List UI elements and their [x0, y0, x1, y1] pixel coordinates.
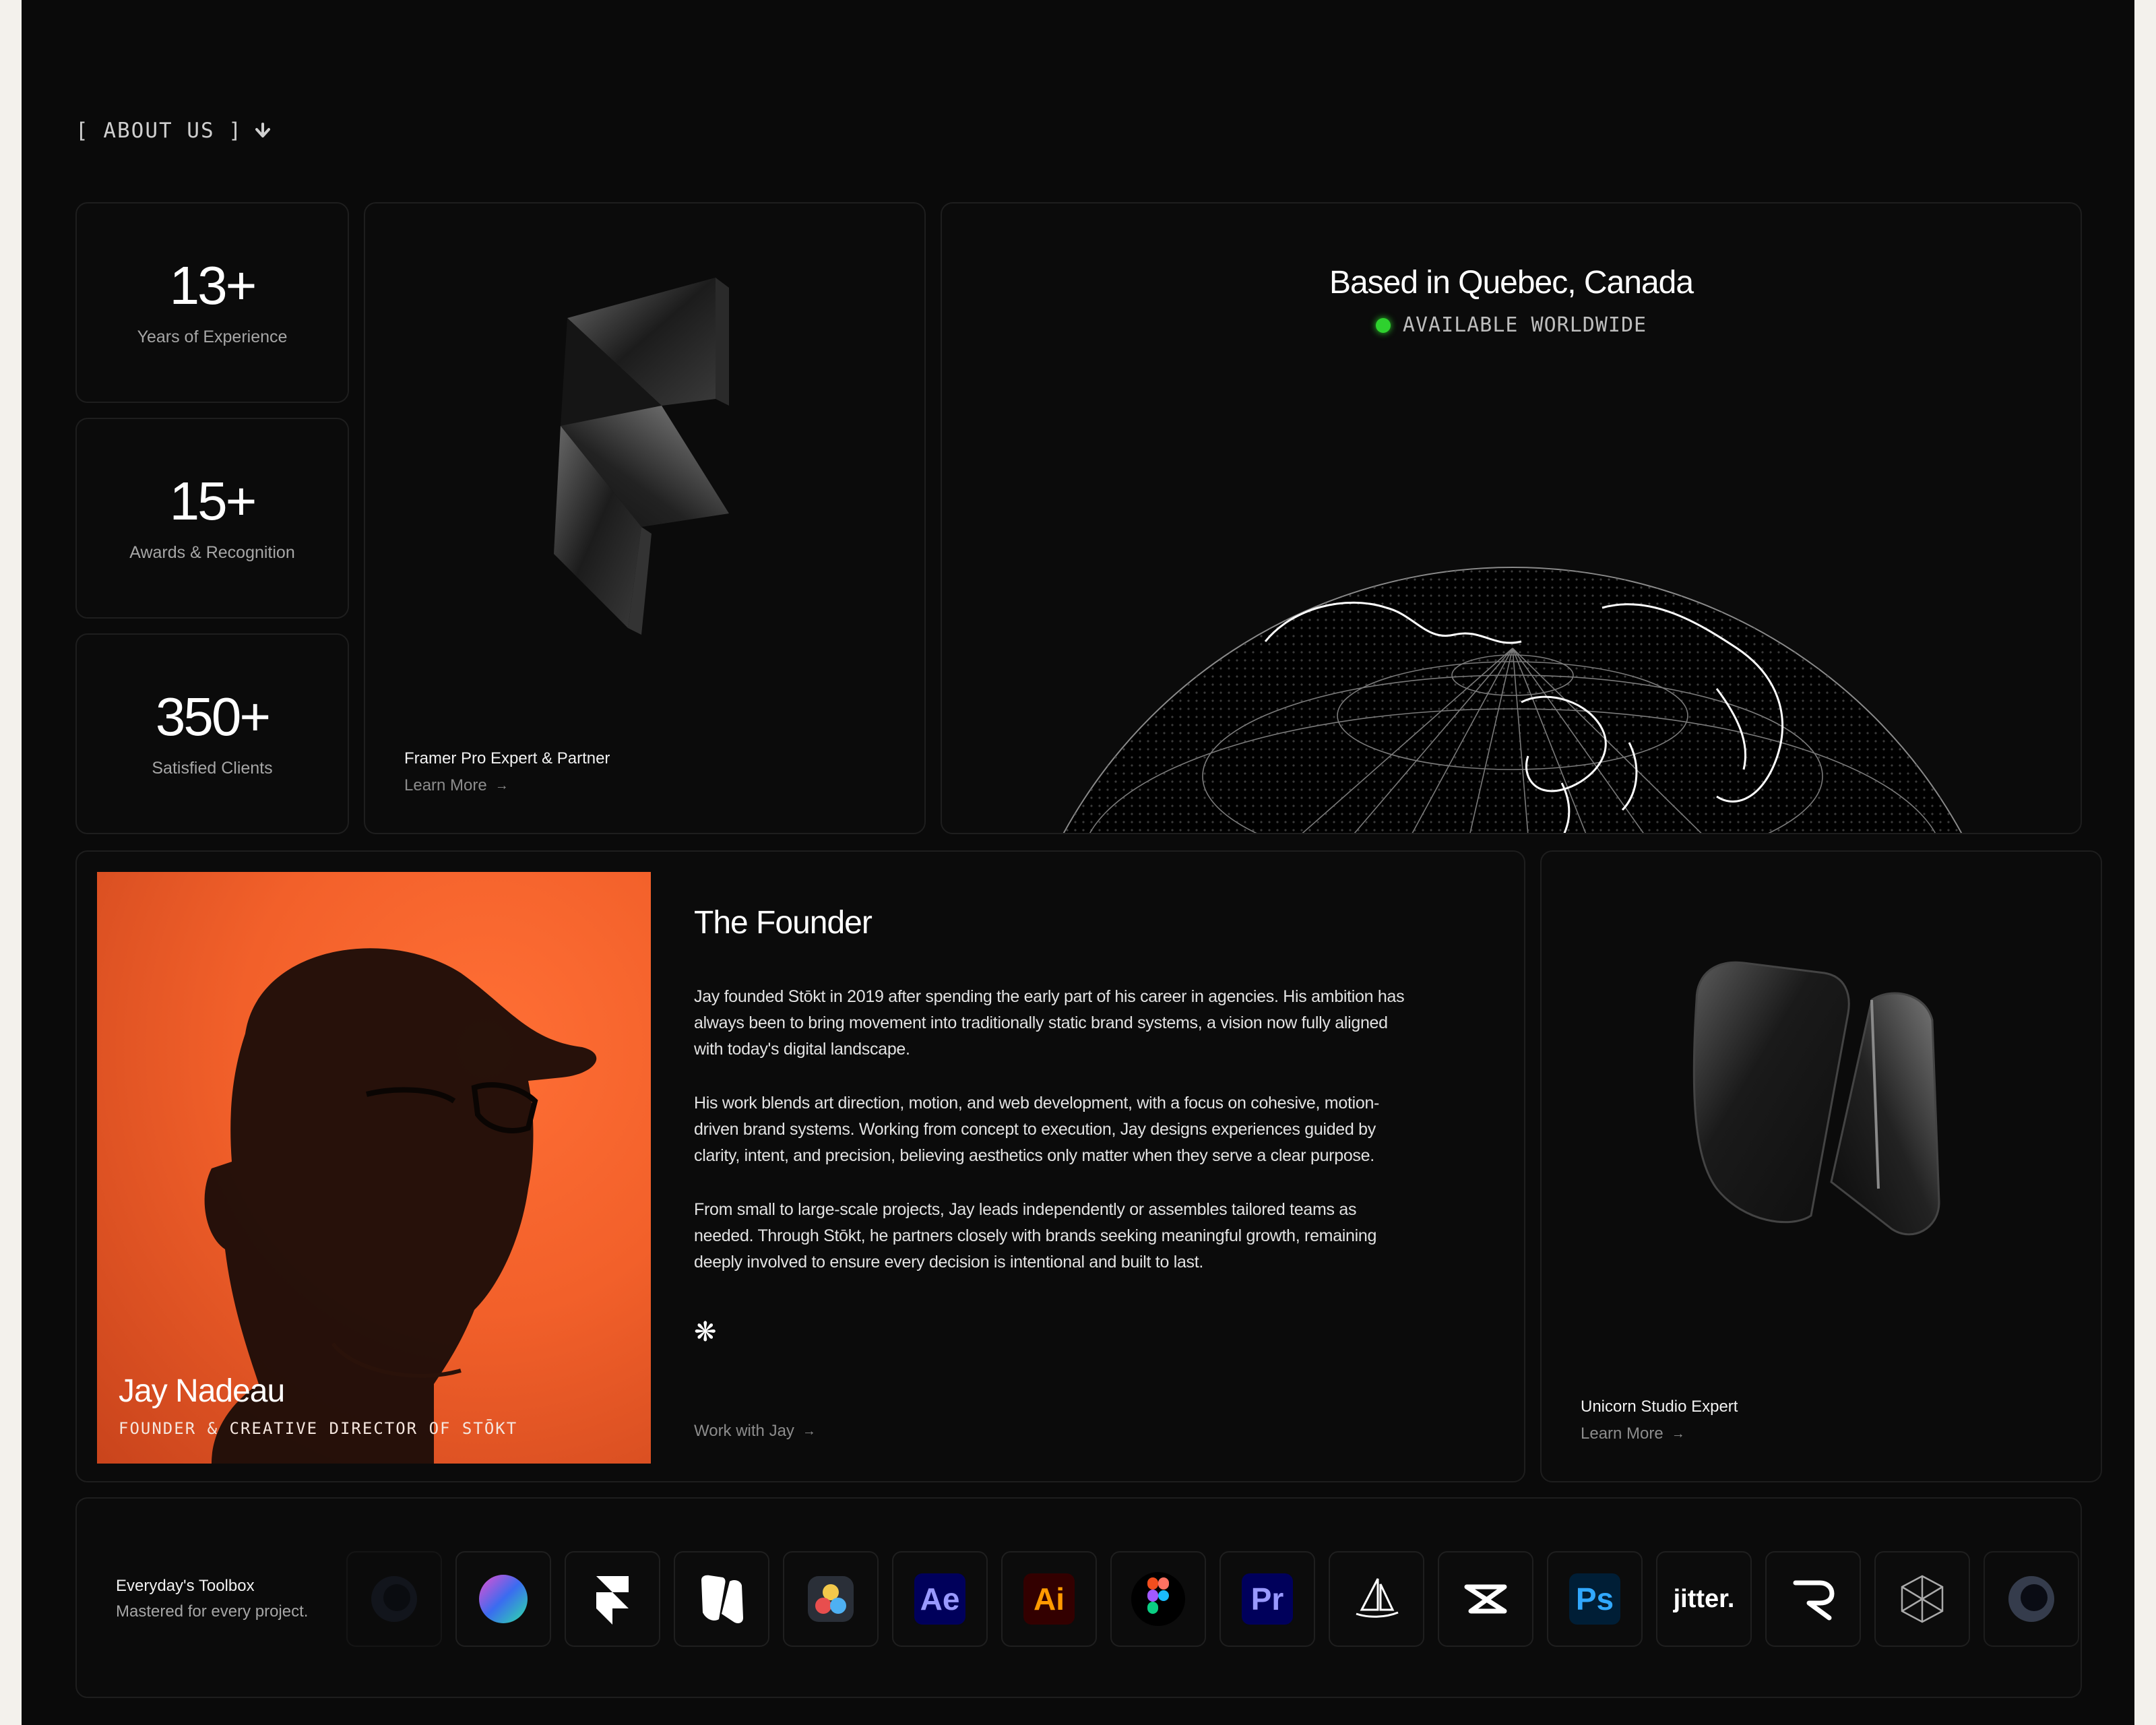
work-with-jay-link[interactable]: Work with Jay →	[694, 1422, 816, 1441]
toolbox-title: Everyday's Toolbox	[116, 1577, 255, 1595]
illustrator-label: Ai	[1034, 1581, 1065, 1617]
learn-more-label: Learn More	[404, 776, 487, 794]
framer-partner-card[interactable]: Framer Pro Expert & Partner Learn More →	[364, 202, 926, 834]
stat-label: Years of Experience	[137, 327, 288, 346]
tool-spline[interactable]	[1874, 1551, 1970, 1647]
tool-capcut[interactable]	[1438, 1551, 1533, 1647]
section-label: [ ABOUT US ]	[75, 119, 274, 143]
tool-midjourney[interactable]	[1329, 1551, 1424, 1647]
tool-unicorn-studio[interactable]	[674, 1551, 769, 1647]
after-effects-label: Ae	[920, 1581, 960, 1617]
unicorn-studio-3d-logo-icon	[1692, 961, 1940, 1236]
spline-icon	[1901, 1575, 1944, 1623]
stat-card-experience: 13+ Years of Experience	[75, 202, 349, 403]
asterisk-icon: ❋	[694, 1317, 717, 1347]
toolbox-text: Everyday's Toolbox Mastered for every pr…	[116, 1577, 308, 1621]
stat-card-awards: 15+ Awards & Recognition	[75, 418, 349, 619]
tool-framer[interactable]	[565, 1551, 660, 1647]
tool-figma[interactable]	[1110, 1551, 1206, 1647]
tool-cinema4d[interactable]	[346, 1551, 442, 1647]
stat-label: Awards & Recognition	[129, 542, 295, 562]
framer-learn-more-link[interactable]: Learn More →	[404, 776, 610, 795]
tool-cinema4d-repeat[interactable]	[1984, 1551, 2079, 1647]
founder-card: Jay Nadeau FOUNDER & CREATIVE DIRECTOR O…	[75, 850, 1525, 1482]
figma-icon	[1131, 1572, 1185, 1626]
arrow-right-icon: →	[495, 778, 509, 793]
jitter-icon: jitter.	[1673, 1584, 1735, 1613]
tool-gradient[interactable]	[455, 1551, 551, 1647]
rive-icon	[1793, 1580, 1835, 1621]
framer-3d-logo-icon	[554, 278, 729, 635]
location-card: Based in Quebec, Canada AVAILABLE WORLDW…	[941, 202, 2082, 834]
bio-paragraph: His work blends art direction, motion, a…	[694, 1094, 1380, 1165]
stat-card-clients: 350+ Satisfied Clients	[75, 633, 349, 834]
work-with-jay-label: Work with Jay	[694, 1422, 794, 1440]
tool-photoshop[interactable]: Ps	[1547, 1551, 1643, 1647]
tool-davinci-resolve[interactable]	[783, 1551, 879, 1647]
founder-bio: Jay founded Stōkt in 2019 after spending…	[694, 984, 1408, 1303]
stat-value: 350+	[155, 686, 271, 747]
unicorn-card-caption: Unicorn Studio Expert Learn More →	[1581, 1398, 1738, 1443]
unicorn-card-title: Unicorn Studio Expert	[1581, 1398, 1738, 1416]
unicorn-studio-icon	[701, 1575, 743, 1623]
midjourney-icon	[1356, 1578, 1399, 1618]
arrow-down-icon	[255, 123, 270, 137]
tool-premiere-pro[interactable]: Pr	[1219, 1551, 1315, 1647]
cinema4d-icon	[371, 1576, 417, 1622]
about-us-page: [ ABOUT US ] 13+ Years of Experience 15+…	[22, 0, 2134, 1725]
gradient-orb-icon	[479, 1575, 528, 1623]
arrow-right-icon: →	[1671, 1426, 1685, 1441]
capcut-icon	[1464, 1584, 1507, 1614]
tool-rive[interactable]	[1765, 1551, 1861, 1647]
photoshop-label: Ps	[1575, 1581, 1614, 1617]
toolbox-subtitle: Mastered for every project.	[116, 1602, 309, 1621]
tool-after-effects[interactable]: Ae	[892, 1551, 988, 1647]
globe-illustration	[1001, 567, 2025, 833]
unicorn-studio-card[interactable]: Unicorn Studio Expert Learn More →	[1540, 850, 2102, 1482]
founder-heading: The Founder	[694, 905, 873, 941]
cinema4d-icon	[2008, 1576, 2054, 1622]
tool-jitter[interactable]: jitter.	[1656, 1551, 1752, 1647]
tool-illustrator[interactable]: Ai	[1001, 1551, 1097, 1647]
section-label-text: [ ABOUT US ]	[75, 119, 243, 143]
framer-icon	[596, 1576, 629, 1625]
stat-value: 13+	[169, 255, 257, 315]
stat-value: 15+	[169, 470, 257, 531]
bio-paragraph: Jay founded Stōkt in 2019 after spending…	[694, 987, 1405, 1059]
framer-card-title: Framer Pro Expert & Partner	[404, 749, 610, 767]
stat-label: Satisfied Clients	[152, 758, 273, 778]
unicorn-learn-more-link[interactable]: Learn More →	[1581, 1424, 1738, 1443]
davinci-resolve-icon	[808, 1576, 854, 1622]
founder-name: Jay Nadeau	[119, 1373, 285, 1409]
framer-card-caption: Framer Pro Expert & Partner Learn More →	[404, 749, 610, 795]
arrow-right-icon: →	[802, 1423, 816, 1439]
toolbox-card: Everyday's Toolbox Mastered for every pr…	[75, 1497, 2082, 1698]
bio-paragraph: From small to large-scale projects, Jay …	[694, 1200, 1377, 1272]
learn-more-label: Learn More	[1581, 1424, 1663, 1443]
founder-role: FOUNDER & CREATIVE DIRECTOR OF STŌKT	[119, 1419, 518, 1438]
founder-photo: Jay Nadeau FOUNDER & CREATIVE DIRECTOR O…	[97, 872, 651, 1464]
premiere-pro-label: Pr	[1250, 1581, 1284, 1617]
